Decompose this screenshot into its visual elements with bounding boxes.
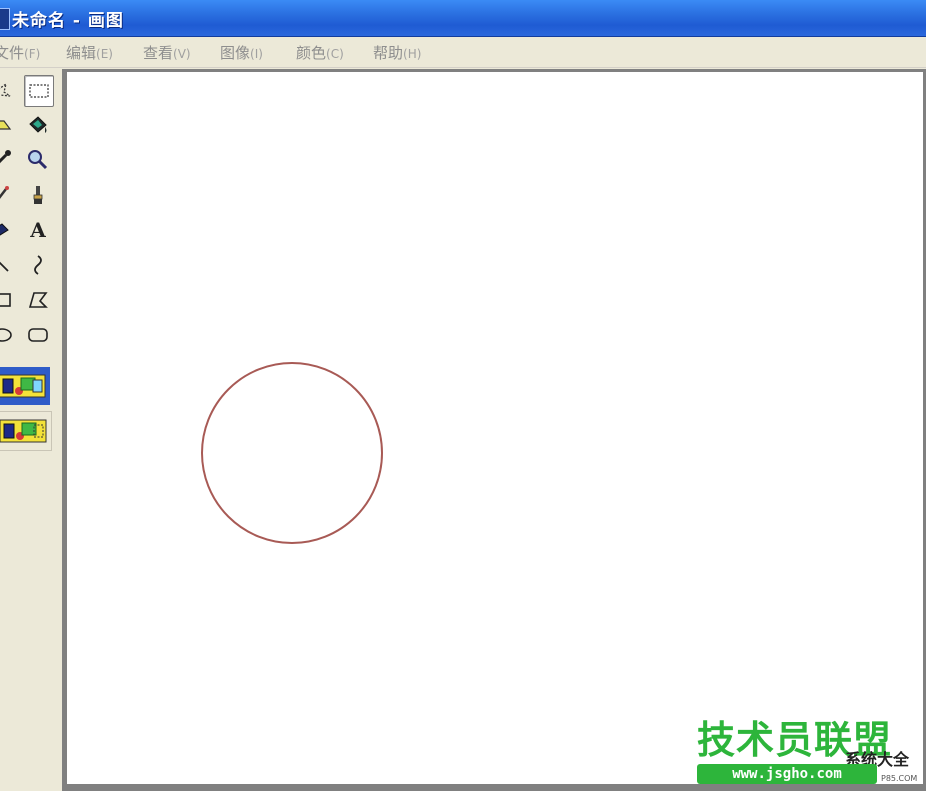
rectangle-icon <box>0 293 11 307</box>
menu-file-label: 文件 <box>0 44 25 62</box>
curve-icon <box>34 255 42 275</box>
window-title: 未命名 - 画图 <box>12 11 124 31</box>
tool-eraser[interactable] <box>0 110 16 140</box>
menu-file[interactable]: 文件(F) <box>0 42 40 63</box>
tool-airbrush[interactable] <box>0 215 16 245</box>
transparent-selection-option[interactable] <box>0 411 52 451</box>
transparent-selection-icon <box>0 419 47 443</box>
menu-colors[interactable]: 颜色(C) <box>296 42 344 63</box>
tool-rounded-rectangle[interactable] <box>24 320 52 350</box>
title-bar[interactable]: 未命名 - 画图 <box>0 0 926 37</box>
watermark: 技术员联盟 系统大全 www.jsgho.com P85.COM <box>695 718 926 791</box>
menu-help-label: 帮助 <box>373 44 404 62</box>
tool-brush[interactable] <box>24 180 52 210</box>
menu-view[interactable]: 查看(V) <box>143 42 191 63</box>
drawing-canvas[interactable] <box>67 72 923 784</box>
tool-magnifier[interactable] <box>24 145 52 175</box>
menu-help-accel: (H) <box>403 47 422 61</box>
star-select-icon <box>0 82 11 97</box>
menu-image-accel: (I) <box>250 47 263 61</box>
magnifier-icon <box>28 150 48 170</box>
menu-colors-accel: (C) <box>326 47 344 61</box>
menu-bar: 文件(F) 编辑(E) 查看(V) 图像(I) 颜色(C) 帮助(H) <box>0 37 926 68</box>
tool-text[interactable]: A <box>24 215 52 245</box>
opaque-selection-icon <box>0 374 46 398</box>
menu-image[interactable]: 图像(I) <box>220 42 263 63</box>
menu-view-label: 查看 <box>143 44 174 62</box>
polygon-icon <box>28 292 48 308</box>
menu-view-accel: (V) <box>173 47 191 61</box>
watermark-side-small: P85.COM <box>881 774 918 783</box>
line-icon <box>0 261 9 272</box>
paint-app-icon[interactable] <box>0 8 10 30</box>
tool-rectangle-select[interactable] <box>24 75 54 107</box>
eyedropper-icon <box>0 150 11 164</box>
tool-polygon[interactable] <box>24 285 52 315</box>
toolbox: A <box>0 70 63 791</box>
tool-rectangle[interactable] <box>0 285 16 315</box>
menu-edit[interactable]: 编辑(E) <box>66 42 113 63</box>
ellipse-icon <box>0 328 12 342</box>
airbrush-icon <box>0 223 9 236</box>
pencil-icon <box>0 186 9 199</box>
tool-pencil[interactable] <box>0 180 16 210</box>
text-icon: A <box>30 218 46 242</box>
brush-icon <box>33 186 43 204</box>
rect-select-icon <box>29 84 49 98</box>
menu-colors-label: 颜色 <box>296 44 327 62</box>
watermark-url: www.jsgho.com <box>697 764 877 784</box>
eraser-icon <box>0 120 12 130</box>
paint-bucket-icon <box>29 116 47 133</box>
tool-pick-color[interactable] <box>0 145 16 175</box>
menu-file-accel: (F) <box>24 47 41 61</box>
opaque-selection-option[interactable] <box>0 367 50 405</box>
canvas-drawing <box>201 362 383 544</box>
tool-line[interactable] <box>0 250 16 280</box>
tool-ellipse[interactable] <box>0 320 16 350</box>
drawn-circle[interactable] <box>201 362 383 544</box>
menu-edit-label: 编辑 <box>66 44 97 62</box>
menu-help[interactable]: 帮助(H) <box>373 42 421 63</box>
tool-fill-with-color[interactable] <box>24 110 52 140</box>
menu-edit-accel: (E) <box>96 47 113 61</box>
tool-curve[interactable] <box>24 250 52 280</box>
tool-free-form-select[interactable] <box>0 75 16 105</box>
rounded-rect-icon <box>28 328 48 342</box>
menu-image-label: 图像 <box>220 44 251 62</box>
